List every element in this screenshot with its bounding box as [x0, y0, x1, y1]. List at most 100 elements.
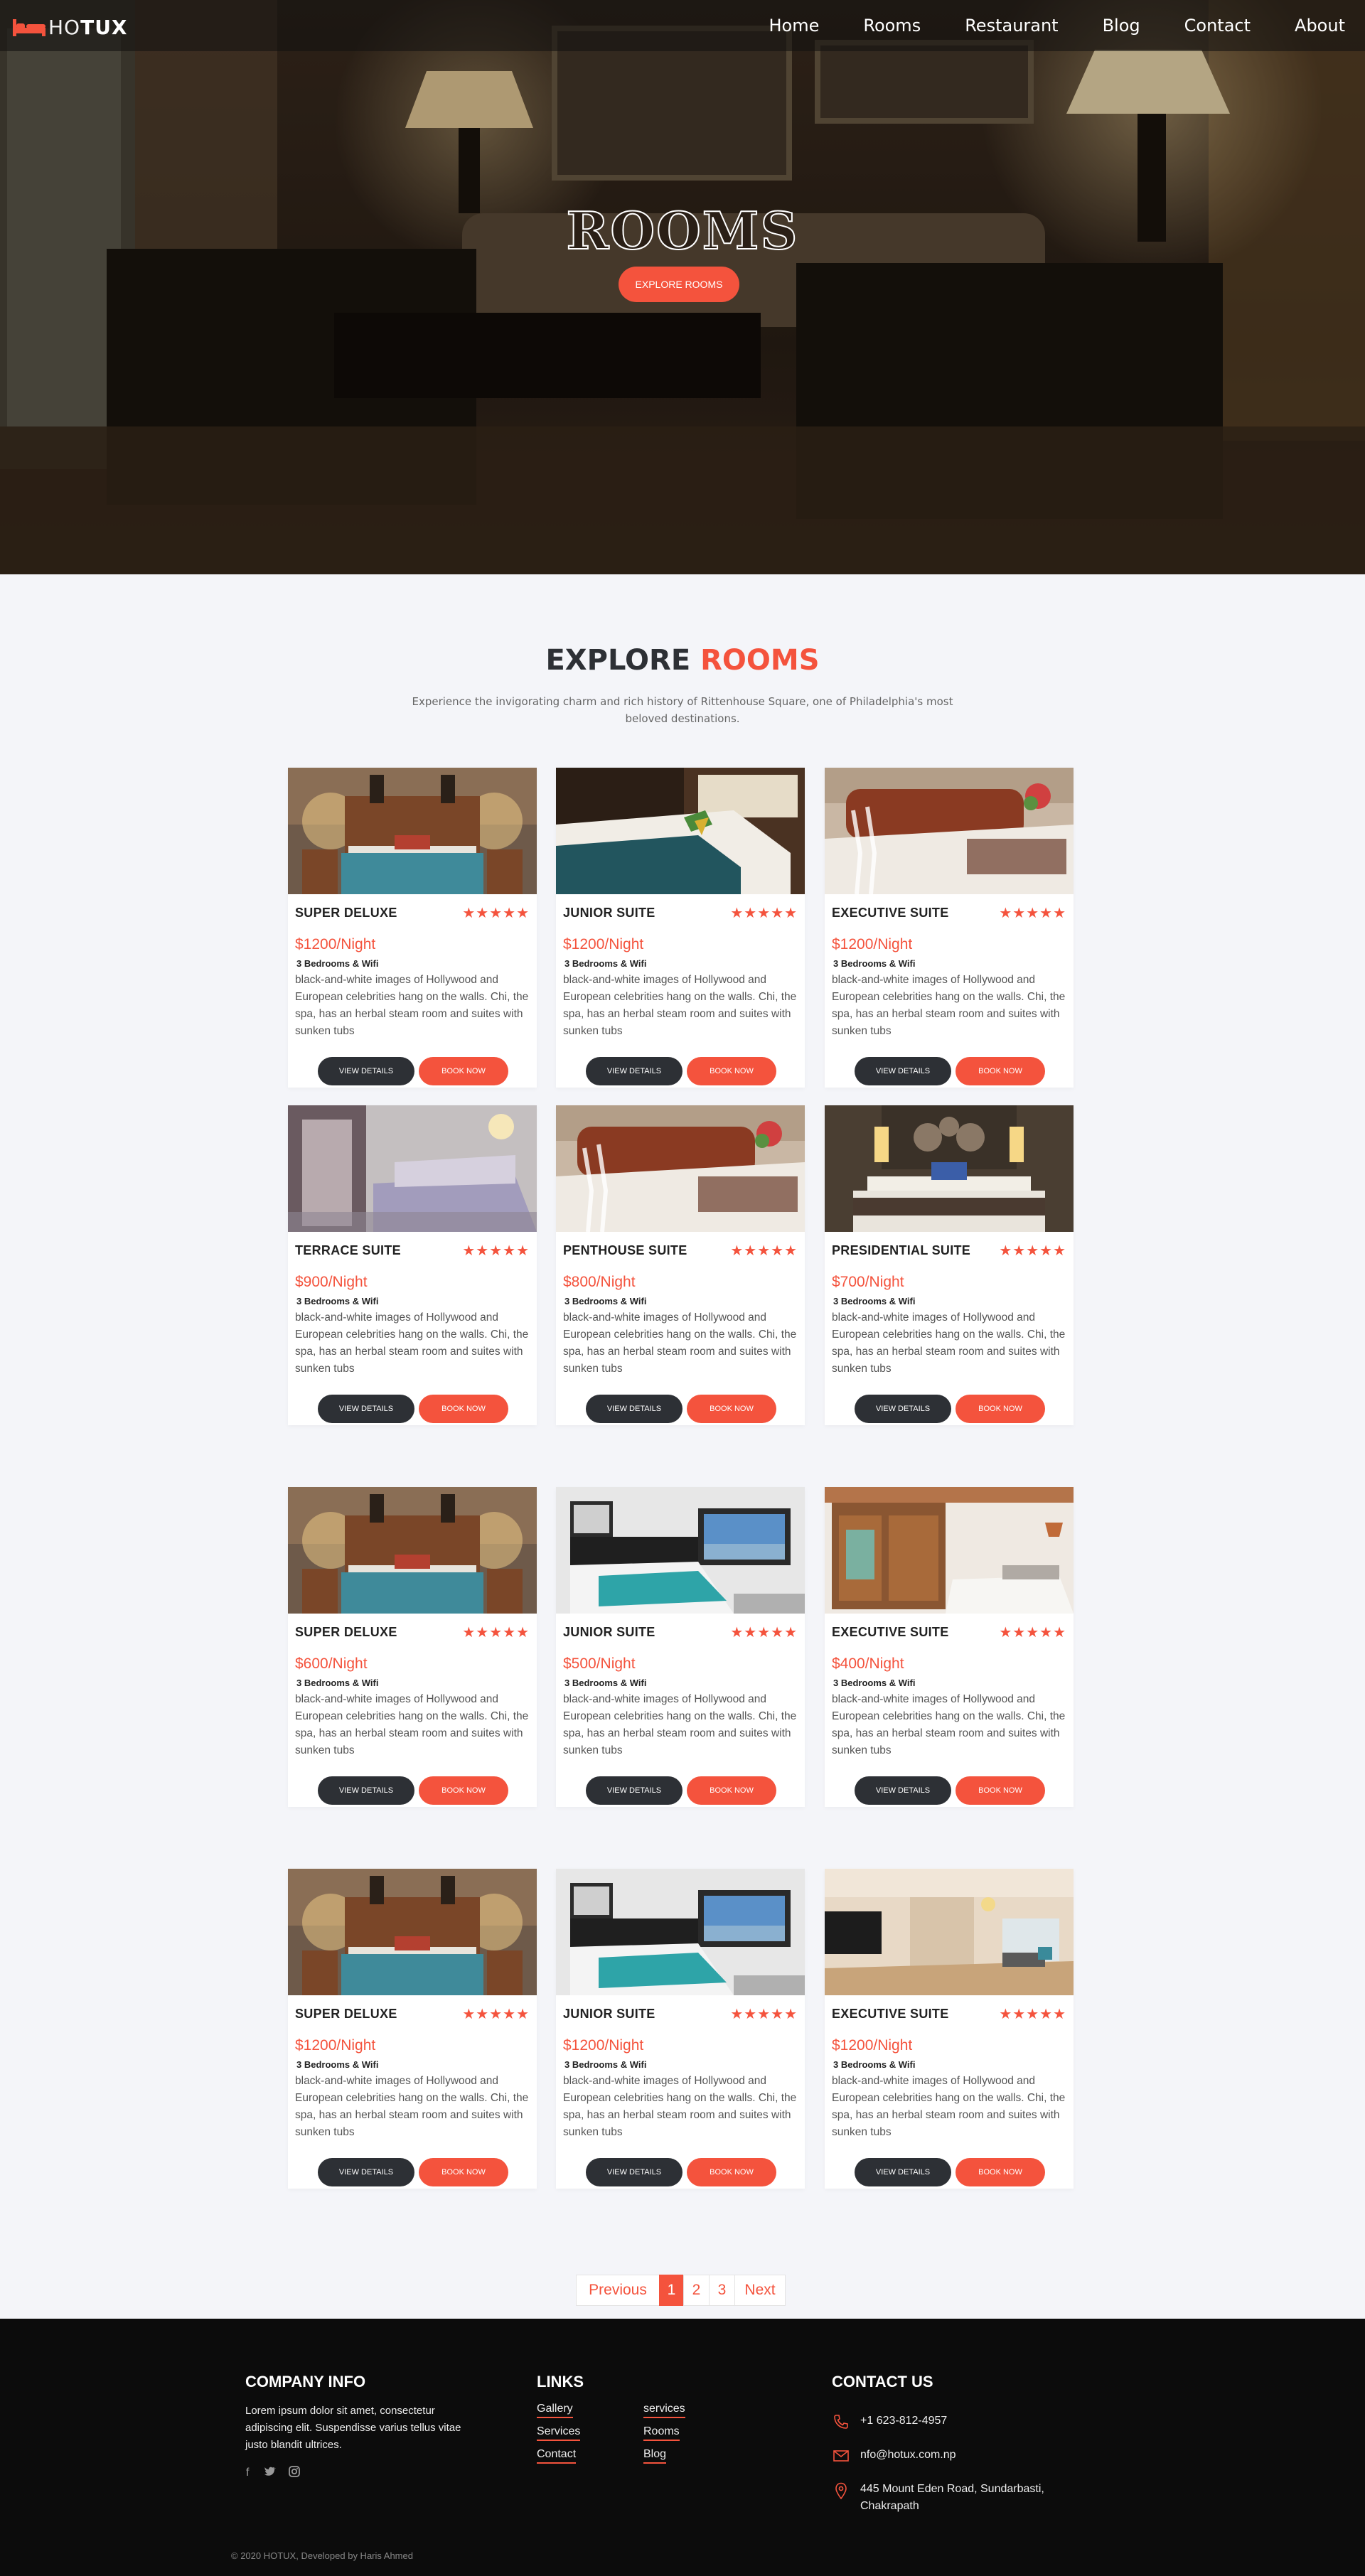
location-icon [835, 2482, 847, 2499]
room-features: 3 Bedrooms & Wifi [564, 958, 647, 969]
room-name: SUPER DELUXE [295, 1625, 397, 1639]
instagram-icon[interactable] [289, 2466, 300, 2481]
pagination-page-2[interactable]: 2 [683, 2275, 710, 2306]
book-now-button[interactable]: BOOK NOW [956, 1395, 1045, 1423]
view-details-button[interactable]: VIEW DETAILS [586, 1776, 682, 1805]
room-name: PRESIDENTIAL SUITE [832, 1243, 971, 1257]
view-details-button[interactable]: VIEW DETAILS [318, 1395, 414, 1423]
hero-title: ROOMS [566, 200, 799, 262]
twitter-icon[interactable] [264, 2467, 276, 2480]
view-details-button[interactable]: VIEW DETAILS [318, 1057, 414, 1085]
view-details-button[interactable]: VIEW DETAILS [586, 2158, 682, 2186]
room-features: 3 Bedrooms & Wifi [564, 2059, 647, 2070]
rating-stars: ★★★★★ [730, 1624, 798, 1641]
bedroom-dark-image[interactable] [556, 768, 805, 894]
room-features: 3 Bedrooms & Wifi [296, 1678, 379, 1688]
nav-blog[interactable]: Blog [1103, 16, 1140, 36]
bedroom-glasses-image[interactable] [825, 768, 1074, 894]
view-details-button[interactable]: VIEW DETAILS [855, 1776, 951, 1805]
room-card: EXECUTIVE SUITE ★★★★★ $1200/Night 3 Bedroom… [825, 1869, 1074, 2189]
contact-email[interactable]: nfo@hotux.com.np [860, 2447, 956, 2464]
book-now-button[interactable]: BOOK NOW [687, 2158, 776, 2186]
room-name: SUPER DELUXE [295, 2007, 397, 2021]
book-now-button[interactable]: BOOK NOW [956, 1776, 1045, 1805]
footer-link-blog[interactable]: Blog [643, 2448, 667, 2464]
view-details-button[interactable]: VIEW DETAILS [586, 1395, 682, 1423]
rating-stars: ★★★★★ [999, 904, 1066, 921]
bedroom-window-image[interactable] [556, 1487, 805, 1614]
nav-contact[interactable]: Contact [1184, 16, 1251, 36]
book-now-button[interactable]: BOOK NOW [419, 1776, 508, 1805]
book-now-button[interactable]: BOOK NOW [419, 1395, 508, 1423]
studio-room-image[interactable] [825, 1869, 1074, 1995]
view-details-button[interactable]: VIEW DETAILS [318, 2158, 414, 2186]
rating-stars: ★★★★★ [462, 1624, 530, 1641]
room-features: 3 Bedrooms & Wifi [296, 2059, 379, 2070]
facebook-icon[interactable]: f [246, 2467, 249, 2479]
nav-rooms[interactable]: Rooms [863, 16, 921, 36]
book-now-button[interactable]: BOOK NOW [419, 2158, 508, 2186]
rating-stars: ★★★★★ [462, 2005, 530, 2022]
room-card: PENTHOUSE SUITE ★★★★★ $800/Night 3 Bedrooms… [556, 1105, 805, 1425]
room-card: SUPER DELUXE ★★★★★ $1200/Night 3 Bedrooms &… [288, 768, 537, 1088]
email-icon [833, 2450, 849, 2462]
room-description: black-and-white images of Hollywood and … [295, 2075, 529, 2138]
book-now-button[interactable]: BOOK NOW [419, 1057, 508, 1085]
nav-home[interactable]: Home [769, 16, 819, 36]
footer-link-rooms[interactable]: Rooms [643, 2425, 680, 2441]
book-now-button[interactable]: BOOK NOW [956, 1057, 1045, 1085]
nav-menu: Home Rooms Restaurant Blog Contact About [724, 0, 1345, 51]
nav-restaurant[interactable]: Restaurant [965, 16, 1058, 36]
view-details-button[interactable]: VIEW DETAILS [318, 1776, 414, 1805]
bed-icon [13, 19, 46, 36]
bedroom-window-image[interactable] [556, 1869, 805, 1995]
footer-link-contact[interactable]: Contact [537, 2448, 577, 2464]
company-info-title: COMPANY INFO [245, 2373, 366, 2390]
room-features: 3 Bedrooms & Wifi [564, 1296, 647, 1306]
room-description: black-and-white images of Hollywood and … [563, 1693, 797, 1756]
room-card: SUPER DELUXE ★★★★★ $600/Night 3 Bedrooms & … [288, 1487, 537, 1807]
copyright: © 2020 HOTUX, Developed by Haris Ahmed [231, 2550, 413, 2561]
room-card: JUNIOR SUITE ★★★★★ $1200/Night 3 Bedrooms &… [556, 768, 805, 1088]
room-description: black-and-white images of Hollywood and … [563, 1311, 797, 1375]
pagination-page-1[interactable]: 1 [659, 2275, 684, 2306]
explore-rooms-button[interactable]: EXPLORE ROOMS [619, 267, 739, 302]
footer-link-gallery[interactable]: Gallery [537, 2403, 573, 2418]
book-now-button[interactable]: BOOK NOW [687, 1395, 776, 1423]
nav-about[interactable]: About [1295, 16, 1345, 36]
bedroom-lamps-image[interactable] [825, 1105, 1074, 1232]
room-description: black-and-white images of Hollywood and … [563, 974, 797, 1037]
room-description: black-and-white images of Hollywood and … [832, 1693, 1066, 1756]
room-description: black-and-white images of Hollywood and … [563, 2075, 797, 2138]
book-now-button[interactable]: BOOK NOW [687, 1057, 776, 1085]
book-now-button[interactable]: BOOK NOW [956, 2158, 1045, 2186]
rating-stars: ★★★★★ [730, 904, 798, 921]
book-now-button[interactable]: BOOK NOW [687, 1776, 776, 1805]
room-features: 3 Bedrooms & Wifi [833, 2059, 916, 2070]
logo[interactable]: HOTUX [13, 15, 128, 39]
pagination-next[interactable]: Next [734, 2275, 786, 2306]
room-card: EXECUTIVE SUITE ★★★★★ $400/Night 3 Bedrooms… [825, 1487, 1074, 1807]
view-details-button[interactable]: VIEW DETAILS [855, 2158, 951, 2186]
bedroom-teal-image[interactable] [288, 768, 537, 894]
room-features: 3 Bedrooms & Wifi [833, 1678, 916, 1688]
bedroom-purple-image[interactable] [288, 1105, 537, 1232]
room-name: JUNIOR SUITE [563, 906, 655, 920]
phone-icon [834, 2415, 848, 2429]
bedroom-glasses-image[interactable] [556, 1105, 805, 1232]
pagination-page-3[interactable]: 3 [709, 2275, 735, 2306]
room-features: 3 Bedrooms & Wifi [833, 958, 916, 969]
room-price: $400/Night [832, 1655, 904, 1672]
bedroom-teal-image[interactable] [288, 1487, 537, 1614]
view-details-button[interactable]: VIEW DETAILS [855, 1057, 951, 1085]
bedroom-wood-image[interactable] [825, 1487, 1074, 1614]
view-details-button[interactable]: VIEW DETAILS [586, 1057, 682, 1085]
pagination-previous[interactable]: Previous [576, 2275, 660, 2306]
footer-link-services[interactable]: Services [537, 2425, 581, 2441]
room-card: JUNIOR SUITE ★★★★★ $500/Night 3 Bedrooms & … [556, 1487, 805, 1807]
footer-link-services-alt[interactable]: services [643, 2403, 685, 2418]
bedroom-teal-image[interactable] [288, 1869, 537, 1995]
view-details-button[interactable]: VIEW DETAILS [855, 1395, 951, 1423]
contact-phone[interactable]: +1 623-812-4957 [860, 2413, 947, 2430]
logo-text: HOTUX [48, 15, 128, 39]
